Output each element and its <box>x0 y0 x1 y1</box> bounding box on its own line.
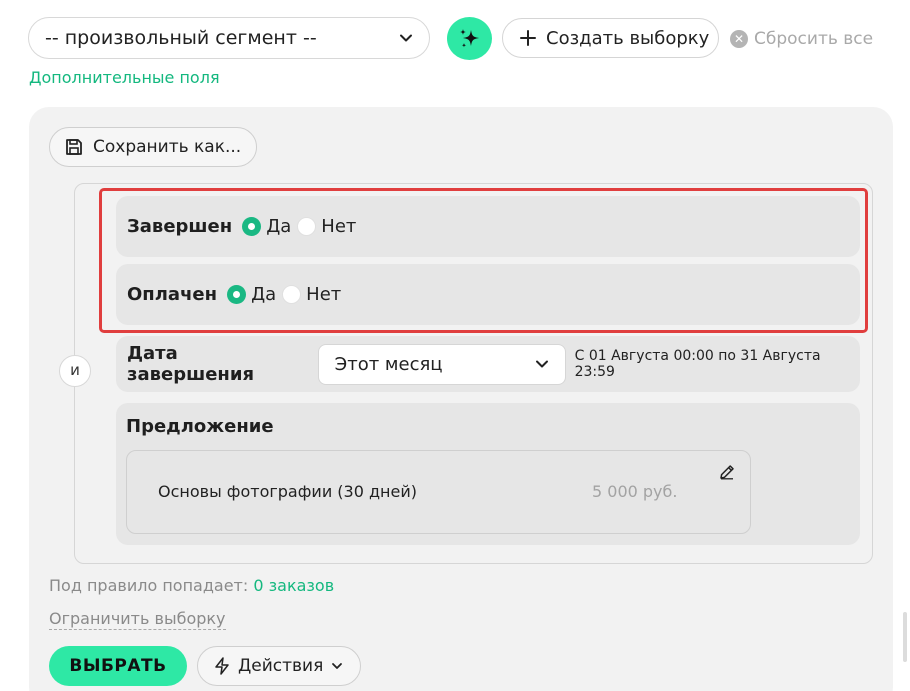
chevron-down-icon <box>332 663 343 669</box>
segment-select[interactable]: -- произвольный сегмент -- <box>28 17 430 59</box>
reset-all-button[interactable]: ✕ Сбросить все <box>730 27 873 51</box>
segment-select-value: -- произвольный сегмент -- <box>45 27 317 49</box>
limit-selection-link[interactable]: Ограничить выборку <box>49 609 226 630</box>
create-selection-button[interactable]: Создать выборку <box>502 18 719 58</box>
ai-sparkle-button[interactable] <box>447 17 492 60</box>
actions-label: Действия <box>238 656 324 676</box>
save-as-label: Сохранить как... <box>93 137 242 157</box>
close-icon: ✕ <box>730 30 748 48</box>
period-range-text: С 01 Августа 00:00 по 31 Августа 23:59 <box>574 348 821 380</box>
match-prefix: Под правило попадает: <box>49 576 249 595</box>
rule-completion-date-label: Дата завершения <box>127 343 255 385</box>
chevron-down-icon <box>400 34 412 42</box>
period-select[interactable]: Этот месяц <box>317 343 566 385</box>
plus-icon <box>520 30 536 46</box>
pencil-icon[interactable] <box>718 463 736 481</box>
select-button[interactable]: ВЫБРАТЬ <box>49 646 187 686</box>
create-selection-label: Создать выборку <box>546 27 710 49</box>
highlight-box <box>99 188 868 333</box>
chevron-down-icon <box>535 360 548 368</box>
reset-all-label: Сбросить все <box>754 29 874 49</box>
actions-button[interactable]: Действия <box>197 646 361 686</box>
offer-price: 5 000 руб. <box>592 482 678 501</box>
logic-operator-toggle[interactable]: и <box>59 355 91 387</box>
extra-fields-link[interactable]: Дополнительные поля <box>29 68 220 87</box>
save-as-button[interactable]: Сохранить как... <box>49 127 257 167</box>
sparkle-icon <box>459 28 479 47</box>
match-summary: Под правило попадает: 0 заказов <box>49 576 334 595</box>
lightning-icon <box>215 657 229 675</box>
match-count-link[interactable]: 0 заказов <box>253 576 334 595</box>
rule-completion-date: Дата завершения Этот месяц С 01 Августа … <box>116 336 860 392</box>
save-icon <box>66 139 82 155</box>
offer-name: Основы фотографии (30 дней) <box>158 482 417 501</box>
period-select-value: Этот месяц <box>334 353 443 375</box>
scrollbar-thumb[interactable] <box>903 612 907 662</box>
rule-offer-label: Предложение <box>126 416 274 437</box>
